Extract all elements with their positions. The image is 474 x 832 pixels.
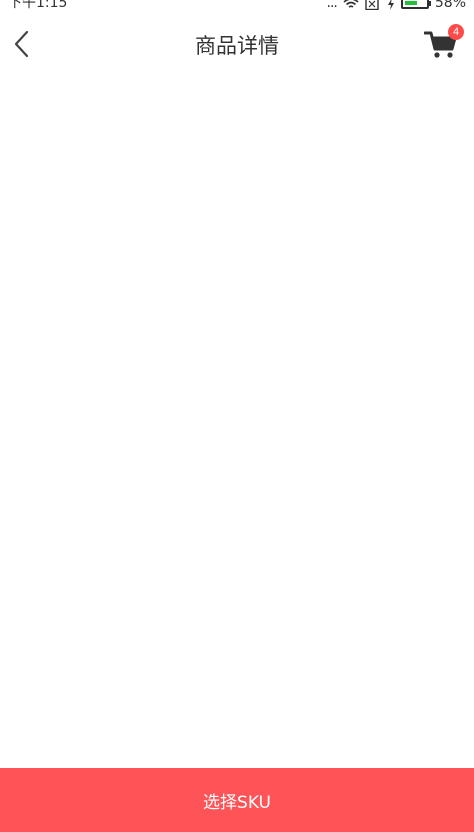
wifi-icon <box>343 0 359 9</box>
select-sku-button[interactable]: 选择SKU <box>0 768 474 832</box>
cart-button[interactable]: 4 <box>423 24 464 64</box>
more-dots-icon: ... <box>326 0 338 11</box>
battery-tip <box>428 1 431 6</box>
page-title: 商品详情 <box>195 34 279 58</box>
cart-count-badge: 4 <box>448 24 464 40</box>
status-bar: 下午1:15 ... 58% <box>0 0 474 12</box>
battery-level <box>404 1 417 5</box>
battery-icon <box>400 0 431 9</box>
battery-percent: 58% <box>434 0 466 11</box>
charging-icon <box>387 0 395 10</box>
header: 商品详情 4 <box>0 12 474 82</box>
sim-card-icon <box>365 0 381 11</box>
select-sku-label: 选择SKU <box>203 792 271 813</box>
product-content-area <box>0 82 474 768</box>
product-detail-screen: 下午1:15 ... 58% 商品详情 4 选择SKU <box>0 0 474 832</box>
status-icons: ... 58% <box>327 0 466 12</box>
status-time: 下午1:15 <box>8 0 68 11</box>
